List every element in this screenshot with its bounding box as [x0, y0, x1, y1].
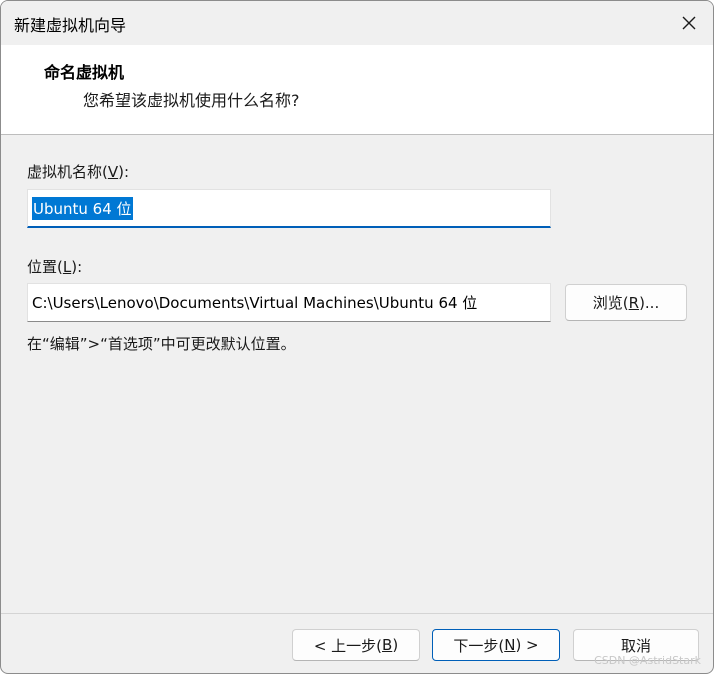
page-title: 命名虚拟机: [44, 63, 125, 82]
location-hint: 在“编辑”>“首选项”中可更改默认位置。: [27, 335, 296, 353]
vm-name-value: Ubuntu 64 位: [32, 196, 133, 220]
location-value: C:\Users\Lenovo\Documents\Virtual Machin…: [32, 294, 478, 312]
close-button[interactable]: [665, 1, 713, 45]
location-input[interactable]: C:\Users\Lenovo\Documents\Virtual Machin…: [27, 283, 551, 322]
page-subtitle: 您希望该虚拟机使用什么名称?: [83, 91, 300, 110]
next-button[interactable]: 下一步(N) >: [432, 629, 560, 661]
window-title: 新建虚拟机向导: [14, 16, 127, 35]
close-icon: [682, 16, 696, 30]
location-access-key: L: [62, 258, 72, 276]
wizard-header: 命名虚拟机 您希望该虚拟机使用什么名称?: [1, 45, 713, 135]
vm-name-label: 虚拟机名称(V):: [27, 163, 130, 181]
vm-name-access-key: V: [107, 163, 119, 181]
new-vm-wizard-window: 新建虚拟机向导 命名虚拟机 您希望该虚拟机使用什么名称? 虚拟机名称(V): U…: [0, 0, 714, 674]
location-label: 位置(L):: [27, 258, 83, 276]
back-button[interactable]: < 上一步(B): [292, 629, 420, 661]
title-bar[interactable]: 新建虚拟机向导: [1, 1, 713, 45]
watermark: CSDN @AstridStark: [594, 654, 701, 667]
vm-name-input[interactable]: Ubuntu 64 位: [27, 189, 551, 228]
browse-button[interactable]: 浏览(R)...: [565, 284, 687, 321]
footer-divider: [1, 613, 713, 614]
